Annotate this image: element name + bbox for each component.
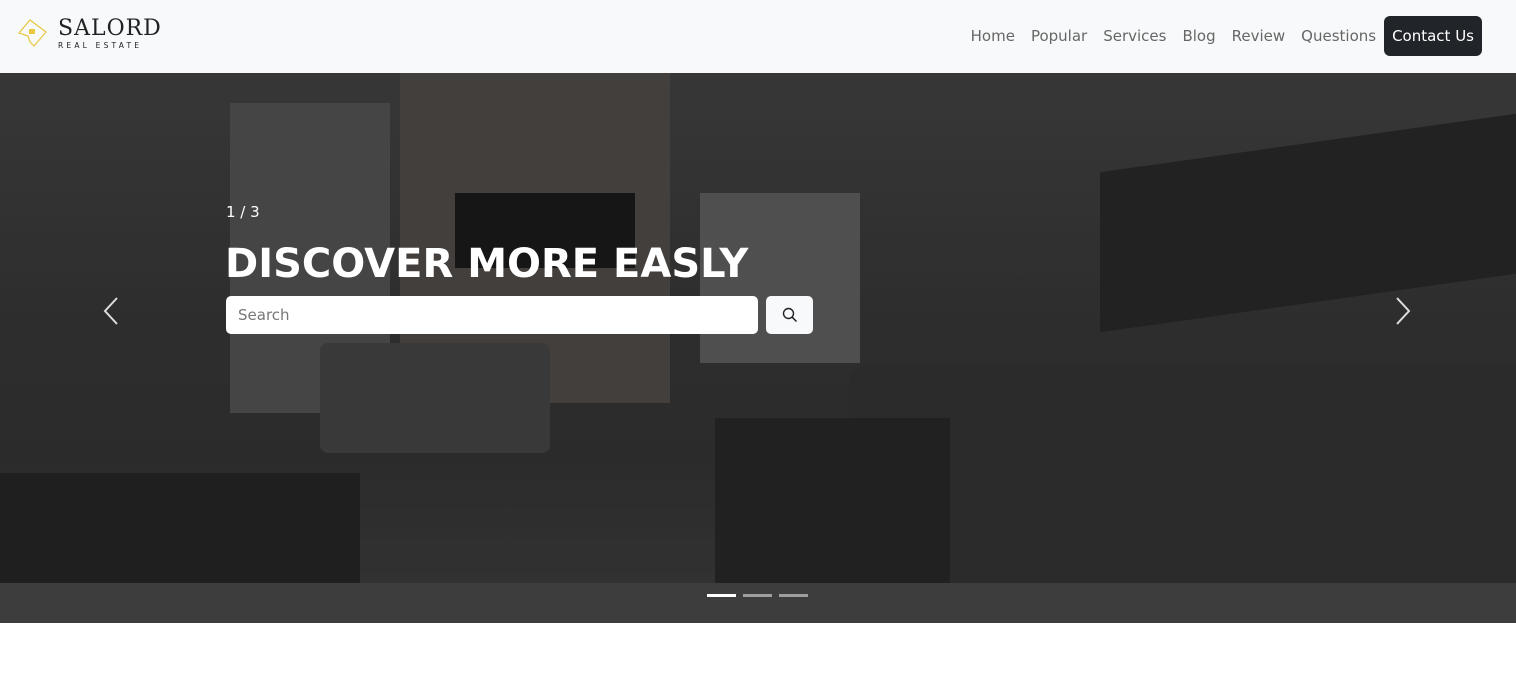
indicator-slide-1[interactable] (707, 594, 736, 597)
nav-home[interactable]: Home (963, 16, 1023, 56)
brand-tagline: REAL ESTATE (58, 41, 143, 51)
nav-popular[interactable]: Popular (1023, 16, 1095, 56)
nav-services[interactable]: Services (1095, 16, 1174, 56)
indicator-slide-3[interactable] (779, 594, 808, 597)
nav-blog[interactable]: Blog (1174, 16, 1223, 56)
contact-us-button[interactable]: Contact Us (1384, 16, 1482, 56)
nav-questions[interactable]: Questions (1293, 16, 1384, 56)
search-input[interactable] (226, 296, 758, 334)
hero-headline: DISCOVER MORE EASLY (225, 241, 749, 287)
hero-carousel: 1 / 3 DISCOVER MORE EASLY (0, 73, 1516, 623)
nav-review[interactable]: Review (1224, 16, 1294, 56)
hero-dim-overlay (0, 73, 1516, 623)
slide-counter: 1 / 3 (226, 203, 260, 221)
search-button[interactable] (766, 296, 813, 334)
house-logo-icon (17, 19, 47, 47)
brand-logo[interactable]: SALORD REAL ESTATE (16, 16, 162, 52)
brand-name: SALORD (58, 16, 162, 42)
nav-menu: Home Popular Services Blog Review Questi… (963, 16, 1482, 56)
navbar: SALORD REAL ESTATE Home Popular Services… (0, 0, 1516, 73)
chevron-right-icon (1396, 296, 1411, 325)
indicator-slide-2[interactable] (743, 594, 772, 597)
carousel-next-button[interactable] (1388, 293, 1418, 328)
search-icon (782, 307, 797, 323)
chevron-left-icon (103, 296, 118, 325)
carousel-prev-button[interactable] (96, 293, 126, 328)
carousel-indicators (707, 594, 808, 597)
